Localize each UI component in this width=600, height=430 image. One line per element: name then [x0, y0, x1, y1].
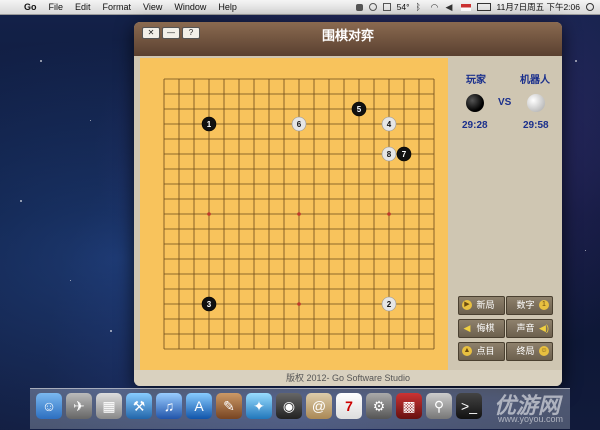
search-icon[interactable] [586, 3, 594, 11]
human-timer: 29:28 [462, 120, 488, 131]
itunes-icon[interactable]: ♫ [156, 393, 182, 419]
speaker-icon: ◀) [539, 323, 549, 333]
star [90, 120, 91, 121]
count-icon: ▲ [462, 346, 472, 356]
arrow-left-icon: ◀ [463, 323, 471, 333]
smile-icon: ☺ [539, 346, 549, 356]
numbers-button[interactable]: 数字 1 [506, 296, 553, 315]
star [20, 200, 22, 202]
star [70, 280, 71, 281]
flag-icon[interactable] [460, 3, 471, 11]
photo-app-icon[interactable]: ▩ [396, 393, 422, 419]
temperature-readout[interactable]: 54° [397, 2, 410, 12]
menu-help[interactable]: Help [218, 2, 237, 12]
menu-window[interactable]: Window [174, 2, 206, 12]
status-icon[interactable] [368, 3, 377, 11]
minimize-button[interactable]: — [162, 27, 180, 39]
app-store-icon[interactable]: A [186, 393, 212, 419]
menu-view[interactable]: View [143, 2, 162, 12]
menu-app-name[interactable]: Go [24, 2, 37, 12]
go-board[interactable]: 1 2 3 4 5 6 7 8 [162, 77, 436, 351]
status-icon[interactable] [355, 3, 363, 11]
status-icon[interactable] [382, 3, 391, 11]
human-player-label: 玩家 [466, 75, 486, 86]
stone-number: 3 [207, 300, 212, 309]
launchpad-icon[interactable]: ✈ [66, 393, 92, 419]
menu-file[interactable]: File [49, 2, 64, 12]
volume-icon[interactable]: ◀ [446, 2, 455, 12]
stone-number: 5 [357, 105, 362, 114]
star [40, 60, 42, 62]
menu-edit[interactable]: Edit [75, 2, 91, 12]
preview-icon[interactable]: ✎ [216, 393, 242, 419]
undo-button[interactable]: ◀ 悔棋 [458, 319, 505, 338]
sound-button[interactable]: 声音 ◀) [506, 319, 553, 338]
star [110, 330, 112, 332]
board-area: 1 2 3 4 5 6 7 8 [140, 58, 448, 370]
menubar-clock[interactable]: 11月7日周五 下午2:06 [497, 1, 580, 13]
stone-number: 7 [402, 150, 407, 159]
count-button[interactable]: ▲ 点目 [458, 342, 505, 361]
star-point [297, 212, 301, 216]
go-game-window: 围棋对弈 ✕ — ? 12345678 玩家 机器人 VS 29:28 29:5… [134, 22, 562, 386]
star-point [297, 302, 301, 306]
safari-icon[interactable]: ✦ [246, 393, 272, 419]
play-icon: ▶ [462, 300, 472, 310]
star-point [387, 212, 391, 216]
side-panel: 玩家 机器人 VS 29:28 29:58 ▶ 新局 数字 1 ◀ 悔棋 声音 … [452, 58, 558, 370]
number-icon: 1 [539, 300, 549, 310]
menu-format[interactable]: Format [103, 2, 132, 12]
white-stone-icon [527, 94, 545, 112]
star [575, 60, 577, 62]
watermark-url: www.yoyou.com [498, 414, 564, 424]
star [585, 250, 586, 251]
stone-number: 6 [297, 120, 302, 129]
dock: ☺ ✈ ▦ ⚒ ♫ A ✎ ✦ ◉ @ 7 ⚙ ▩ ⚲ >_ [30, 388, 570, 429]
xcode-icon[interactable]: ⚒ [126, 393, 152, 419]
calendar-icon[interactable]: 7 [336, 393, 362, 419]
battery-icon[interactable] [476, 3, 491, 11]
wifi-icon[interactable]: ◠ [431, 2, 440, 12]
contacts-icon[interactable]: @ [306, 393, 332, 419]
end-game-button[interactable]: 终局 ☺ [506, 342, 553, 361]
stone-number: 4 [387, 120, 392, 129]
system-preferences-icon[interactable]: ⚙ [366, 393, 392, 419]
stone-number: 1 [207, 120, 212, 129]
photo-booth-icon[interactable]: ◉ [276, 393, 302, 419]
terminal-icon[interactable]: >_ [456, 393, 482, 419]
stone-number: 2 [387, 300, 392, 309]
finder-icon[interactable]: ☺ [36, 393, 62, 419]
mission-control-icon[interactable]: ▦ [96, 393, 122, 419]
black-stone-icon [466, 94, 484, 112]
robot-player-label: 机器人 [520, 75, 550, 86]
help-button[interactable]: ? [182, 27, 200, 39]
copyright-footer: 版权 2012- Go Software Studio [134, 370, 562, 386]
network-icon[interactable]: ⚲ [426, 393, 452, 419]
robot-timer: 29:58 [523, 120, 549, 131]
vs-label: VS [498, 97, 512, 108]
stone-number: 8 [387, 150, 392, 159]
star-point [207, 212, 211, 216]
bluetooth-icon[interactable]: ᛒ [416, 2, 425, 12]
menu-bar: Go File Edit Format View Window Help 54°… [0, 0, 600, 15]
close-button[interactable]: ✕ [142, 27, 160, 39]
new-game-button[interactable]: ▶ 新局 [458, 296, 505, 315]
